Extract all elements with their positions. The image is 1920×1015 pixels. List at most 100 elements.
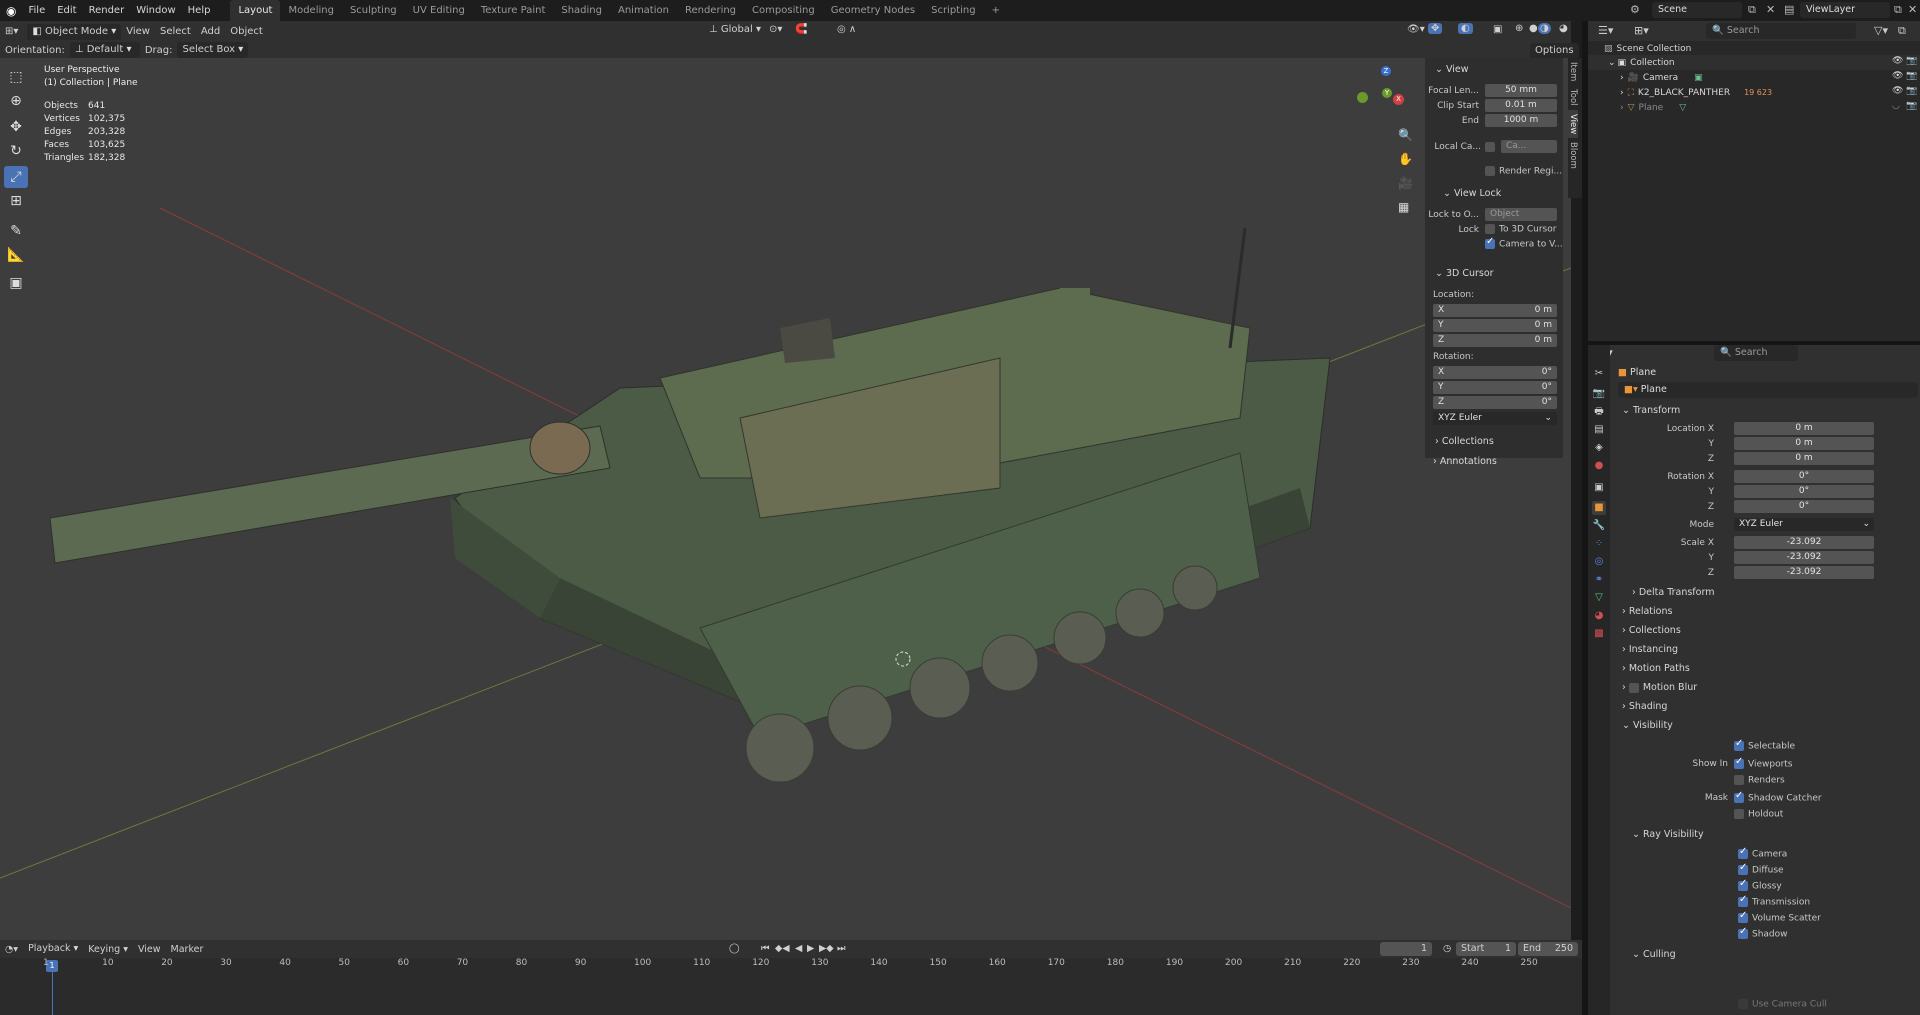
annotate-tool-icon[interactable]: ✎ [4, 220, 28, 242]
cursor-location-y[interactable]: Y 0 m [1433, 319, 1557, 332]
ray-shadow-checkbox[interactable]: Shadow [1738, 926, 1788, 940]
object-tab-icon[interactable]: ■ [1592, 501, 1606, 515]
tab-sculpting[interactable]: Sculpting [342, 0, 405, 21]
menu-render[interactable]: Render [83, 5, 131, 16]
proportional-edit-icon[interactable]: ◎ ∧ [832, 24, 861, 35]
collapse-arrow-icon[interactable]: ⌄ [1608, 58, 1616, 68]
ray-transmission-checkbox[interactable]: Transmission [1738, 894, 1810, 908]
object-name-field[interactable]: ■▾ Plane [1618, 382, 1918, 398]
xray-icon[interactable]: ▣ [1488, 24, 1507, 35]
ray-volume-scatter-checkbox[interactable]: Volume Scatter [1738, 910, 1821, 924]
local-camera-field[interactable]: Ca... [1501, 140, 1557, 153]
local-camera-checkbox[interactable] [1485, 142, 1495, 152]
lock-to-cursor-checkbox[interactable]: To 3D Cursor [1485, 224, 1556, 235]
viewports-checkbox[interactable]: Viewports [1734, 756, 1793, 770]
view-section-header[interactable]: ⌄ View [1435, 64, 1469, 75]
ray-glossy-checkbox[interactable]: Glossy [1738, 878, 1782, 892]
scale-x-field[interactable]: -23.092 [1734, 536, 1874, 549]
gizmo-toggle-icon[interactable]: ✥ [1428, 23, 1443, 34]
location-y-field[interactable]: 0 m [1734, 437, 1874, 450]
scene-selector[interactable]: Scene [1652, 2, 1742, 18]
physics-tab-icon[interactable]: ◎ [1592, 555, 1606, 569]
properties-search[interactable]: 🔍 Search [1714, 345, 1798, 361]
constraints-tab-icon[interactable]: ⚭ [1592, 573, 1606, 587]
particles-tab-icon[interactable]: ⁘ [1592, 537, 1606, 551]
expand-arrow-icon[interactable]: › [1620, 103, 1624, 113]
rotation-mode-selector[interactable]: XYZ Euler ⌄ [1433, 412, 1557, 425]
data-tab-icon[interactable]: ▽ [1592, 591, 1606, 605]
material-tab-icon[interactable]: ◕ [1592, 609, 1606, 623]
view-lock-header[interactable]: ⌄ View Lock [1443, 188, 1501, 199]
menu-view[interactable]: View [121, 26, 155, 37]
rotation-y-field[interactable]: 0° [1734, 485, 1874, 498]
motion-blur-header[interactable]: › Motion Blur [1622, 682, 1697, 693]
scene-icon[interactable]: ⚙ [1630, 3, 1646, 18]
tab-scripting[interactable]: Scripting [923, 0, 983, 21]
outliner-editor-type-icon[interactable]: ☰▾ [1598, 24, 1613, 37]
eye-icon[interactable]: 👁 [1892, 71, 1903, 81]
tab-compositing[interactable]: Compositing [744, 0, 823, 21]
camera-render-icon[interactable]: 📷 [1906, 56, 1917, 66]
add-cube-tool-icon[interactable]: ▣ [4, 272, 28, 294]
tab-layout[interactable]: Layout [230, 0, 281, 21]
rotation-z-field[interactable]: 0° [1734, 500, 1874, 513]
culling-header[interactable]: ⌄ Culling [1632, 949, 1676, 960]
sidebar-tab-item[interactable]: Item [1568, 58, 1578, 85]
instancing-header[interactable]: › Instancing [1622, 644, 1678, 655]
ray-visibility-header[interactable]: ⌄ Ray Visibility [1632, 829, 1704, 840]
menu-file[interactable]: File [22, 5, 51, 16]
world-tab-icon[interactable]: ● [1592, 459, 1606, 473]
camera-render-icon[interactable]: 📷 [1906, 71, 1917, 81]
tab-geometry-nodes[interactable]: Geometry Nodes [823, 0, 923, 21]
collection-row[interactable]: ⌄ ▣ Collection 👁 📷 [1588, 55, 1920, 70]
cursor-location-z[interactable]: Z 0 m [1433, 334, 1557, 347]
ray-camera-checkbox[interactable]: Camera [1738, 846, 1787, 860]
camera-to-view-checkbox[interactable]: Camera to V... [1485, 236, 1563, 250]
timeline-view-menu[interactable]: View [133, 944, 166, 955]
jump-end-icon[interactable]: ⏭ [832, 943, 851, 954]
transform-orientation-selector[interactable]: ⊥ Global ▾ [704, 24, 766, 35]
start-frame-field[interactable]: Start 1 [1456, 942, 1516, 956]
keying-menu[interactable]: Keying ▾ [83, 944, 133, 955]
cursor-location-x[interactable]: X 0 m [1433, 304, 1557, 317]
menu-select[interactable]: Select [155, 26, 196, 37]
outliner-item-k2[interactable]: › ⛶ K2_BLACK_PANTHER 19 623 👁 📷 [1588, 85, 1920, 100]
delete-view-layer-icon[interactable]: ✕ [1908, 3, 1917, 16]
transform-tool-icon[interactable]: ⊞ [4, 190, 28, 212]
modifier-tab-icon[interactable]: 🔧 [1592, 519, 1606, 533]
render-tab-icon[interactable]: 📷 [1592, 387, 1606, 401]
eye-icon[interactable]: 👁 [1892, 86, 1903, 96]
delta-transform-header[interactable]: › Delta Transform [1632, 587, 1714, 598]
options-button[interactable]: Options ▾ [1530, 43, 1579, 72]
sidebar-tab-bloom[interactable]: Bloom [1568, 138, 1578, 173]
holdout-checkbox[interactable]: Holdout [1734, 809, 1783, 820]
measure-tool-icon[interactable]: 📐 [4, 244, 28, 266]
visibility-header[interactable]: ⌄ Visibility [1622, 720, 1673, 731]
menu-add[interactable]: Add [196, 26, 225, 37]
cursor-rotation-y[interactable]: Y 0° [1433, 381, 1557, 394]
clip-start-field[interactable]: 0.01 m [1485, 99, 1557, 112]
collections-section-header[interactable]: › Collections [1435, 436, 1494, 447]
menu-window[interactable]: Window [130, 5, 181, 16]
new-scene-icon[interactable]: ⧉ [1748, 3, 1756, 17]
3d-cursor-section-header[interactable]: ⌄ 3D Cursor [1435, 268, 1494, 279]
tab-modeling[interactable]: Modeling [280, 0, 342, 21]
add-workspace-button[interactable]: + [984, 0, 1008, 21]
transform-section-header[interactable]: ⌄ Transform [1622, 405, 1680, 416]
motion-blur-checkbox[interactable] [1628, 682, 1639, 693]
location-z-field[interactable]: 0 m [1734, 452, 1874, 465]
cursor-rotation-x[interactable]: X 0° [1433, 366, 1557, 379]
view-layer-icon[interactable]: ▤ [1784, 3, 1794, 16]
pan-hand-icon[interactable]: ✋ [1398, 152, 1413, 166]
menu-edit[interactable]: Edit [51, 5, 82, 16]
filter-icon[interactable]: ▽▾ [1874, 24, 1888, 37]
material-shading-icon[interactable]: ◑ [1538, 23, 1551, 34]
delete-scene-icon[interactable]: ✕ [1766, 3, 1775, 16]
menu-object[interactable]: Object [225, 26, 268, 37]
tab-rendering[interactable]: Rendering [677, 0, 744, 21]
camera-view-icon[interactable]: 🎥 [1398, 176, 1413, 190]
location-x-field[interactable]: 0 m [1734, 422, 1874, 435]
move-tool-icon[interactable]: ✥ [4, 116, 28, 138]
annotations-section-header[interactable]: › Annotations [1433, 456, 1497, 467]
snap-icon[interactable]: 🧲 [790, 24, 812, 35]
